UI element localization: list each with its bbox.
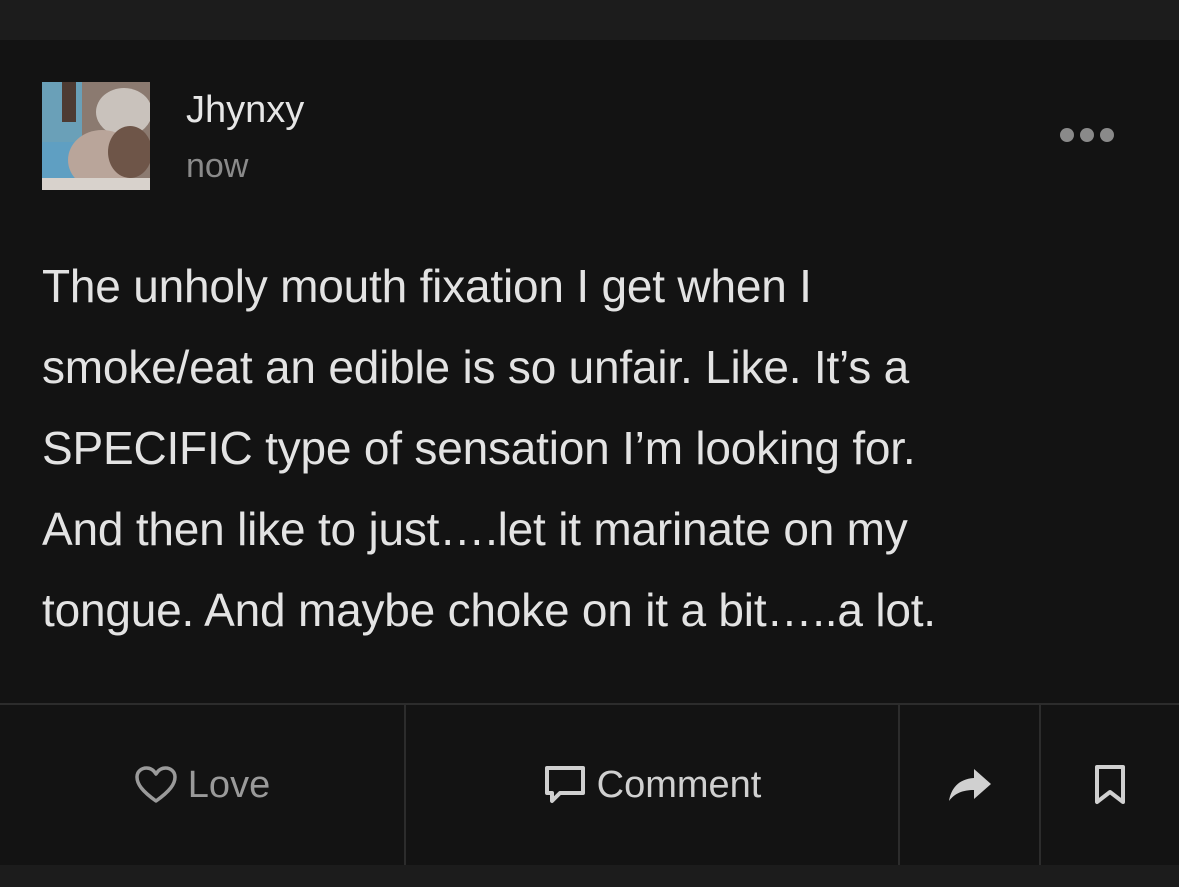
more-options-button[interactable]	[1050, 118, 1124, 152]
post-text-line: smoke/eat an edible is so unfair. Like. …	[42, 341, 910, 393]
post-text-line: The unholy mouth fixation I get when I	[42, 260, 812, 312]
bottom-strip	[0, 865, 1179, 887]
heart-icon	[134, 765, 178, 805]
love-label: Love	[187, 763, 271, 806]
post-text-line: SPECIFIC type of sensation I’m looking f…	[42, 422, 916, 474]
love-button[interactable]: Love	[0, 705, 404, 865]
post-text-line: tongue. And maybe choke on it a bit…..a …	[42, 584, 936, 636]
top-strip	[0, 0, 1179, 40]
comment-label: Comment	[596, 763, 762, 806]
post-text-line: And then like to just….let it marinate o…	[42, 503, 908, 555]
bookmark-button[interactable]	[1039, 705, 1179, 865]
action-bar: Love Comment	[0, 703, 1179, 865]
comment-button[interactable]: Comment	[404, 705, 898, 865]
avatar[interactable]	[42, 82, 150, 190]
share-button[interactable]	[898, 705, 1039, 865]
bookmark-icon	[1093, 764, 1127, 806]
avatar-image	[42, 82, 150, 190]
post-card: Jhynxy now The unholy mouth fixation I g…	[0, 40, 1179, 865]
more-horizontal-icon	[1060, 128, 1114, 142]
post-timestamp: now	[186, 147, 249, 185]
share-arrow-icon	[947, 767, 993, 803]
comment-icon	[543, 764, 587, 806]
post-body: The unholy mouth fixation I get when I s…	[42, 246, 1152, 651]
author-name[interactable]: Jhynxy	[186, 88, 304, 132]
